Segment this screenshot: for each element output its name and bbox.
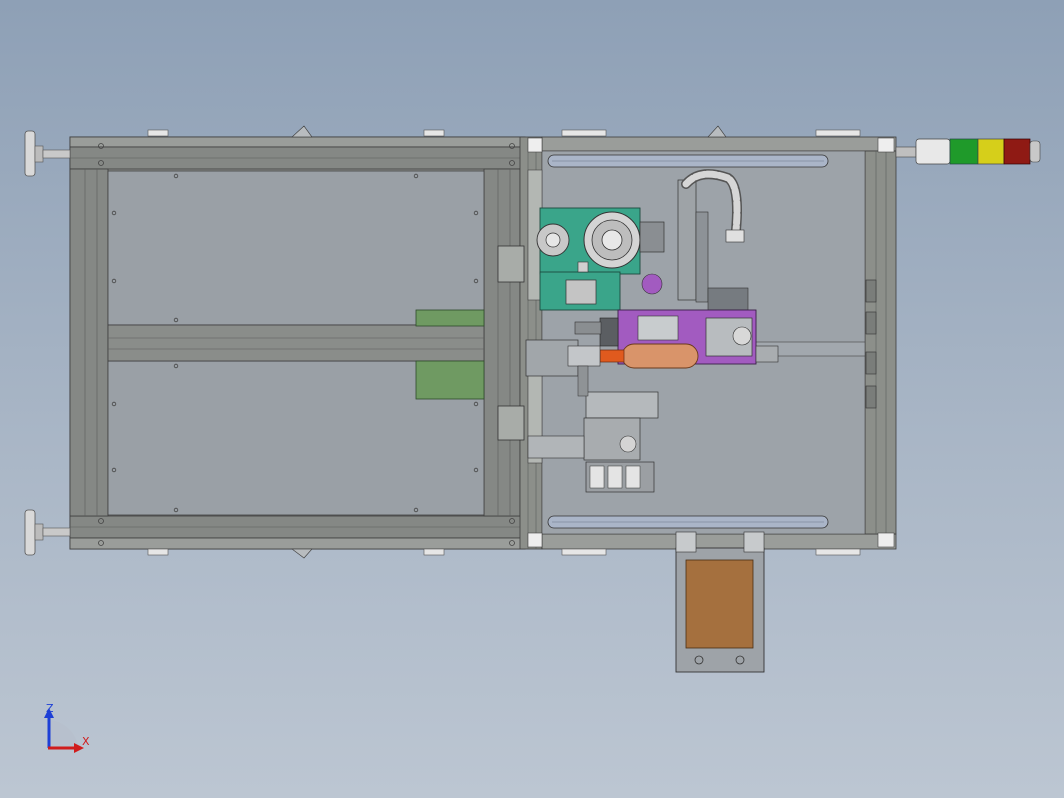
x-axis-label: X [82, 735, 90, 748]
coordinate-triad-icon: Z X [44, 702, 90, 753]
tower-light-red [1003, 138, 1031, 165]
machine-assembly[interactable]: Z X [0, 0, 1064, 798]
leveling-handle-bottom [24, 509, 71, 556]
tower-light-yellow [977, 138, 1005, 165]
tower-light-white [915, 138, 951, 165]
output-tray [675, 531, 765, 673]
tower-light-green [949, 138, 979, 165]
leveling-handle-top [24, 130, 71, 177]
signal-tower [895, 138, 1041, 165]
left-frame [69, 125, 526, 559]
z-axis-label: Z [46, 702, 54, 715]
cad-viewport[interactable]: Z X [0, 0, 1064, 798]
